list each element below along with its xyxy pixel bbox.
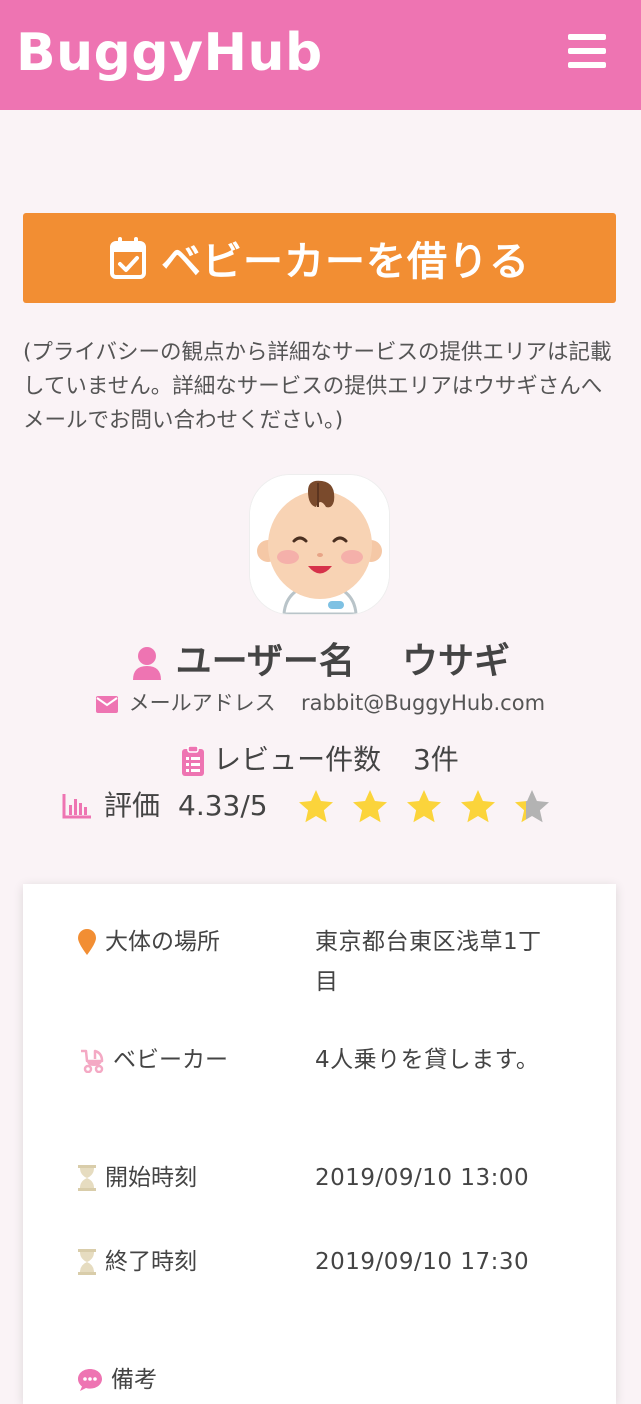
star-icon	[406, 790, 441, 823]
rating-stars	[298, 789, 568, 823]
review-count-label: レビュー件数	[213, 743, 382, 776]
notes-label-row: 備考	[77, 1360, 157, 1400]
start-label-row: 開始時刻	[77, 1158, 197, 1198]
review-count-value: 3件	[412, 743, 459, 776]
brand-logo[interactable]: BuggyHub	[16, 18, 323, 88]
user-icon	[133, 647, 162, 680]
email-row: メールアドレス rabbit@BuggyHub.com	[0, 688, 641, 718]
star-icon	[514, 790, 549, 823]
privacy-note: (プライバシーの観点から詳細なサービスの提供エリアは記載していません。詳細なサー…	[23, 340, 612, 433]
hourglass-start-icon	[78, 1165, 96, 1191]
rental-details-card: 大体の場所 東京都台東区浅草1丁目 ベビーカー 4人乗りを貸します。 開始時刻 …	[23, 884, 616, 1404]
rent-buggy-button[interactable]: ベビーカーを借りる	[23, 213, 616, 303]
email-value[interactable]: rabbit@BuggyHub.com	[301, 691, 545, 715]
end-label-row: 終了時刻	[77, 1242, 197, 1282]
buggy-value: 4人乗りを貸します。	[315, 1047, 540, 1073]
username-value: ウサギ	[401, 641, 510, 682]
notes-label: 備考	[111, 1367, 157, 1393]
end-label: 終了時刻	[105, 1249, 197, 1275]
envelope-icon	[95, 695, 118, 713]
username-row: ユーザー名 ウサギ	[0, 634, 641, 690]
username-label: ユーザー名	[175, 641, 355, 682]
email-label: メールアドレス	[128, 691, 276, 715]
star-icon	[298, 790, 333, 823]
location-label-row: 大体の場所	[77, 922, 220, 962]
hourglass-end-icon	[78, 1249, 96, 1275]
review-count-row: レビュー件数 3件	[0, 740, 641, 780]
buggy-label-row: ベビーカー	[77, 1040, 228, 1080]
buggy-label: ベビーカー	[113, 1047, 228, 1073]
start-value: 2019/09/10 13:00	[315, 1165, 530, 1191]
rating-value: 4.33/5	[178, 789, 268, 822]
end-value: 2019/09/10 17:30	[315, 1249, 530, 1275]
rating-row: 評価 4.33/5	[62, 784, 622, 828]
location-label: 大体の場所	[105, 929, 220, 955]
avatar	[250, 475, 389, 614]
location-value: 東京都台東区浅草1丁目	[315, 929, 542, 995]
start-label: 開始時刻	[105, 1165, 197, 1191]
rating-label: 評価	[104, 789, 161, 822]
hamburger-menu-icon[interactable]	[566, 32, 608, 70]
clipboard-list-icon	[182, 746, 205, 776]
baby-carriage-icon	[81, 1049, 104, 1073]
map-pin-icon	[78, 929, 96, 955]
rent-buggy-label: ベビーカーを借りる	[161, 239, 530, 285]
star-icon	[460, 790, 495, 823]
calendar-check-icon	[110, 237, 146, 279]
star-icon	[352, 790, 387, 823]
top-navbar: BuggyHub	[0, 0, 641, 110]
bar-chart-icon	[62, 794, 91, 819]
speech-bubble-icon	[78, 1369, 102, 1391]
baby-face-illustration	[250, 475, 389, 614]
